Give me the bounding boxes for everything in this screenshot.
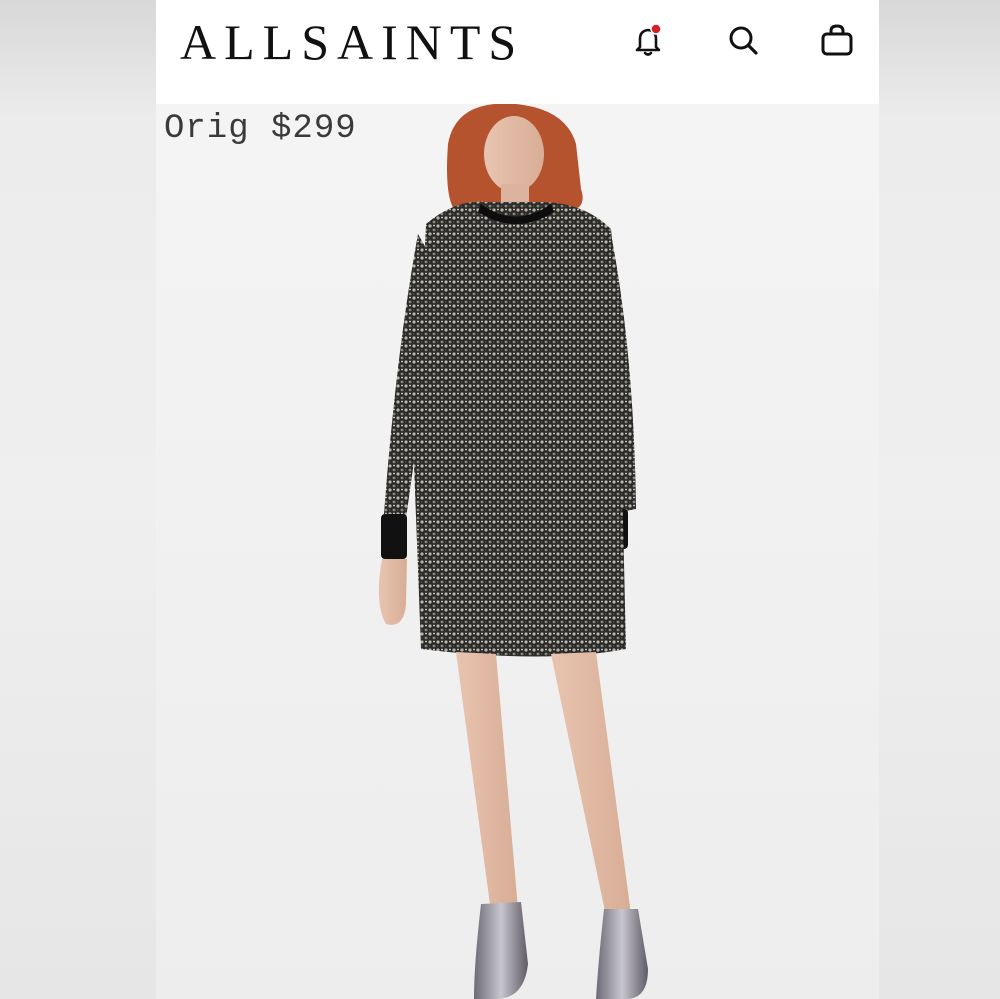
notifications-button[interactable]	[626, 18, 670, 62]
model-illustration	[156, 103, 879, 999]
blurred-background-left	[0, 0, 156, 999]
product-image[interactable]	[156, 103, 879, 999]
search-button[interactable]	[721, 18, 765, 62]
blurred-background-right	[879, 0, 1000, 999]
original-price: Orig $299	[164, 110, 357, 148]
brand-logo[interactable]: ALLSAINTS	[180, 14, 524, 70]
shopping-bag-button[interactable]	[815, 18, 859, 62]
app-screen: ALLSAINTS Orig $299	[156, 0, 879, 999]
shopping-bag-icon	[821, 24, 853, 56]
search-icon	[729, 26, 758, 55]
bell-icon	[635, 23, 662, 56]
site-header: ALLSAINTS	[156, 0, 879, 104]
